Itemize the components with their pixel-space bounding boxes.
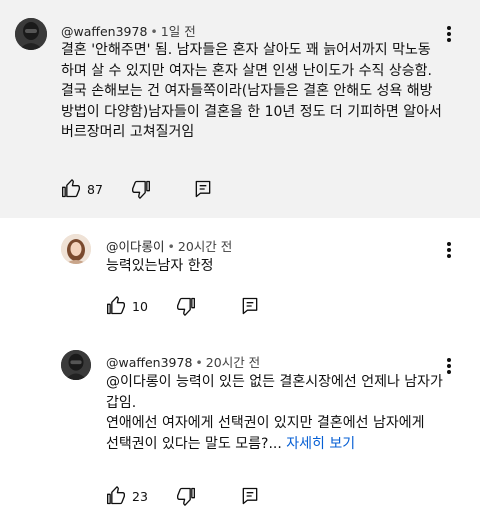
comment-line: 하며 살 수 있지만 여자는 혼자 살면 인생 난이도가 수직 상승함.: [61, 62, 432, 79]
reply-icon: [242, 487, 258, 505]
person-avatar-image: [61, 234, 91, 264]
like-count: 87: [87, 181, 103, 197]
comment-highlighted: @waffen3978 • 1일 전 결혼 '안해주면' 됨. 남자들은 혼자 살아…: [0, 0, 480, 218]
avatar[interactable]: [15, 18, 47, 50]
thumbs-up-icon: [107, 486, 126, 505]
thumbs-down-icon: [177, 487, 195, 506]
thumbs-up-icon: [107, 296, 126, 315]
like-button[interactable]: 87: [61, 177, 103, 201]
comment-line: 능력있는남자 한정: [106, 258, 214, 274]
thumbs-down-icon: [132, 180, 150, 199]
reply-icon: [242, 297, 258, 315]
meta-separator: •: [195, 355, 203, 370]
comment-text: 능력있는남자 한정: [106, 256, 214, 277]
comment-line: 버르장머리 고쳐질거임: [61, 124, 195, 141]
comment-actions: 87: [61, 177, 221, 201]
comment-line: 연애에선 여자에게 선택권이 있지만 결혼에선 남자에게: [106, 415, 425, 432]
comment-actions: 23: [106, 484, 266, 508]
comment-meta: @waffen3978 • 20시간 전: [106, 352, 260, 371]
meta-separator: •: [150, 24, 158, 39]
thumbs-down-icon: [177, 297, 195, 316]
comment-line: 갑임.: [106, 394, 137, 411]
comment-time[interactable]: 1일 전: [161, 24, 196, 39]
comment-text: @이다롱이 능력이 있든 없든 결혼시장에선 언제나 남자가 갑임. 연애에선 …: [106, 372, 443, 454]
comment-line: 결혼 '안해주면' 됨. 남자들은 혼자 살아도 꽤 늙어서까지 막노동: [61, 42, 431, 58]
comment-text: 결혼 '안해주면' 됨. 남자들은 혼자 살아도 꽤 늙어서까지 막노동 하며 …: [61, 40, 442, 143]
author-handle[interactable]: @waffen3978: [61, 24, 147, 39]
comment-actions: 10: [106, 294, 266, 318]
dislike-button[interactable]: [131, 177, 151, 201]
comment-line: 결국 손해보는 건 여자들쪽이라(남자들은 결혼 안해도 성욕 해방: [61, 83, 433, 100]
comment-line-text: 선택권이 있다는 말도 모름?...: [106, 435, 282, 452]
comment-line: @이다롱이 능력이 있든 없든 결혼시장에선 언제나 남자가: [106, 374, 443, 390]
comment-time[interactable]: 20시간 전: [178, 239, 232, 254]
more-vertical-icon: [447, 358, 451, 362]
like-button[interactable]: 23: [106, 484, 148, 508]
dislike-button[interactable]: [176, 484, 196, 508]
meta-separator: •: [167, 239, 175, 254]
comment-menu-button[interactable]: [443, 356, 455, 376]
comment-line: 선택권이 있다는 말도 모름?... 자세히 보기: [106, 434, 443, 455]
like-count: 10: [132, 298, 148, 314]
avatar[interactable]: [61, 350, 91, 380]
like-count: 23: [132, 488, 148, 504]
reply-icon: [195, 180, 211, 198]
comment-time[interactable]: 20시간 전: [206, 355, 260, 370]
comment-menu-button[interactable]: [443, 240, 455, 260]
author-handle[interactable]: @waffen3978: [106, 355, 192, 370]
reply-button[interactable]: [193, 177, 213, 201]
thumbs-up-icon: [62, 179, 81, 198]
soldier-avatar-image: [61, 350, 91, 380]
reply-button[interactable]: [240, 484, 260, 508]
reply-button[interactable]: [240, 294, 260, 318]
author-handle[interactable]: @이다롱이: [106, 239, 165, 254]
avatar[interactable]: [61, 234, 91, 264]
reply-comment: @waffen3978 • 20시간 전 @이다롱이 능력이 있든 없든 결혼시장에…: [0, 330, 480, 508]
soldier-avatar-image: [15, 18, 47, 50]
more-vertical-icon: [447, 242, 451, 246]
comment-line: 방법이 다양함)남자들이 결혼을 한 10년 정도 더 기피하면 알아서: [61, 103, 442, 120]
like-button[interactable]: 10: [106, 294, 148, 318]
comment-meta: @이다롱이 • 20시간 전: [106, 236, 232, 255]
dislike-button[interactable]: [176, 294, 196, 318]
more-vertical-icon: [447, 26, 451, 30]
read-more-link[interactable]: 자세히 보기: [286, 436, 355, 452]
reply-comment: @이다롱이 • 20시간 전 능력있는남자 한정 10: [0, 218, 480, 330]
comment-menu-button[interactable]: [443, 24, 455, 44]
comment-meta: @waffen3978 • 1일 전: [61, 21, 196, 40]
